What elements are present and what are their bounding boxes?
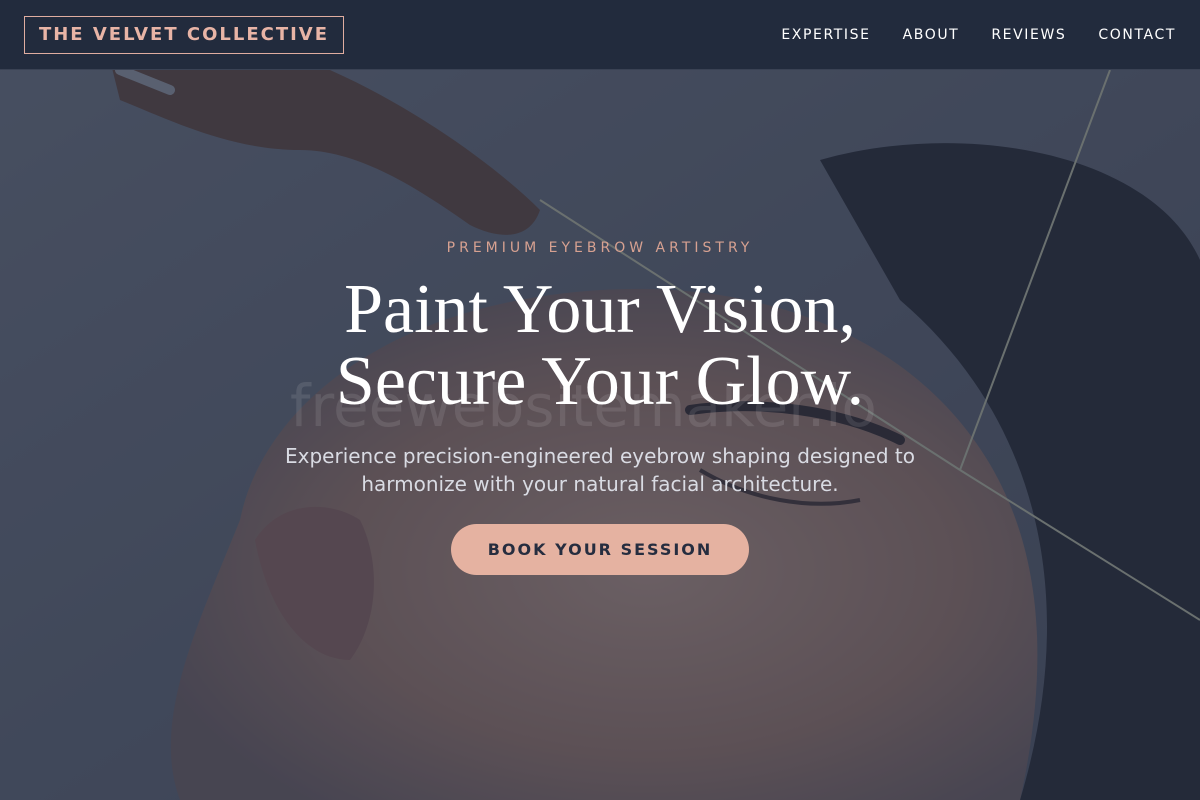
hero-headline-line2: Secure Your Glow.	[335, 343, 865, 420]
hero-section: freewebsitemaker.io PREMIUM EYEBROW ARTI…	[0, 0, 1200, 800]
hero-headline-line1: Paint Your Vision,	[344, 271, 856, 348]
hero-subtext: Experience precision-engineered eyebrow …	[285, 444, 915, 496]
hero-eyebrow: PREMIUM EYEBROW ARTISTRY	[446, 240, 754, 256]
hero-headline: Paint Your Vision, Secure Your Glow.	[0, 274, 1200, 418]
book-session-button[interactable]: BOOK YOUR SESSION	[451, 524, 749, 575]
landing-page: THE VELVET COLLECTIVE EXPERTISE ABOUT RE…	[0, 0, 1200, 800]
